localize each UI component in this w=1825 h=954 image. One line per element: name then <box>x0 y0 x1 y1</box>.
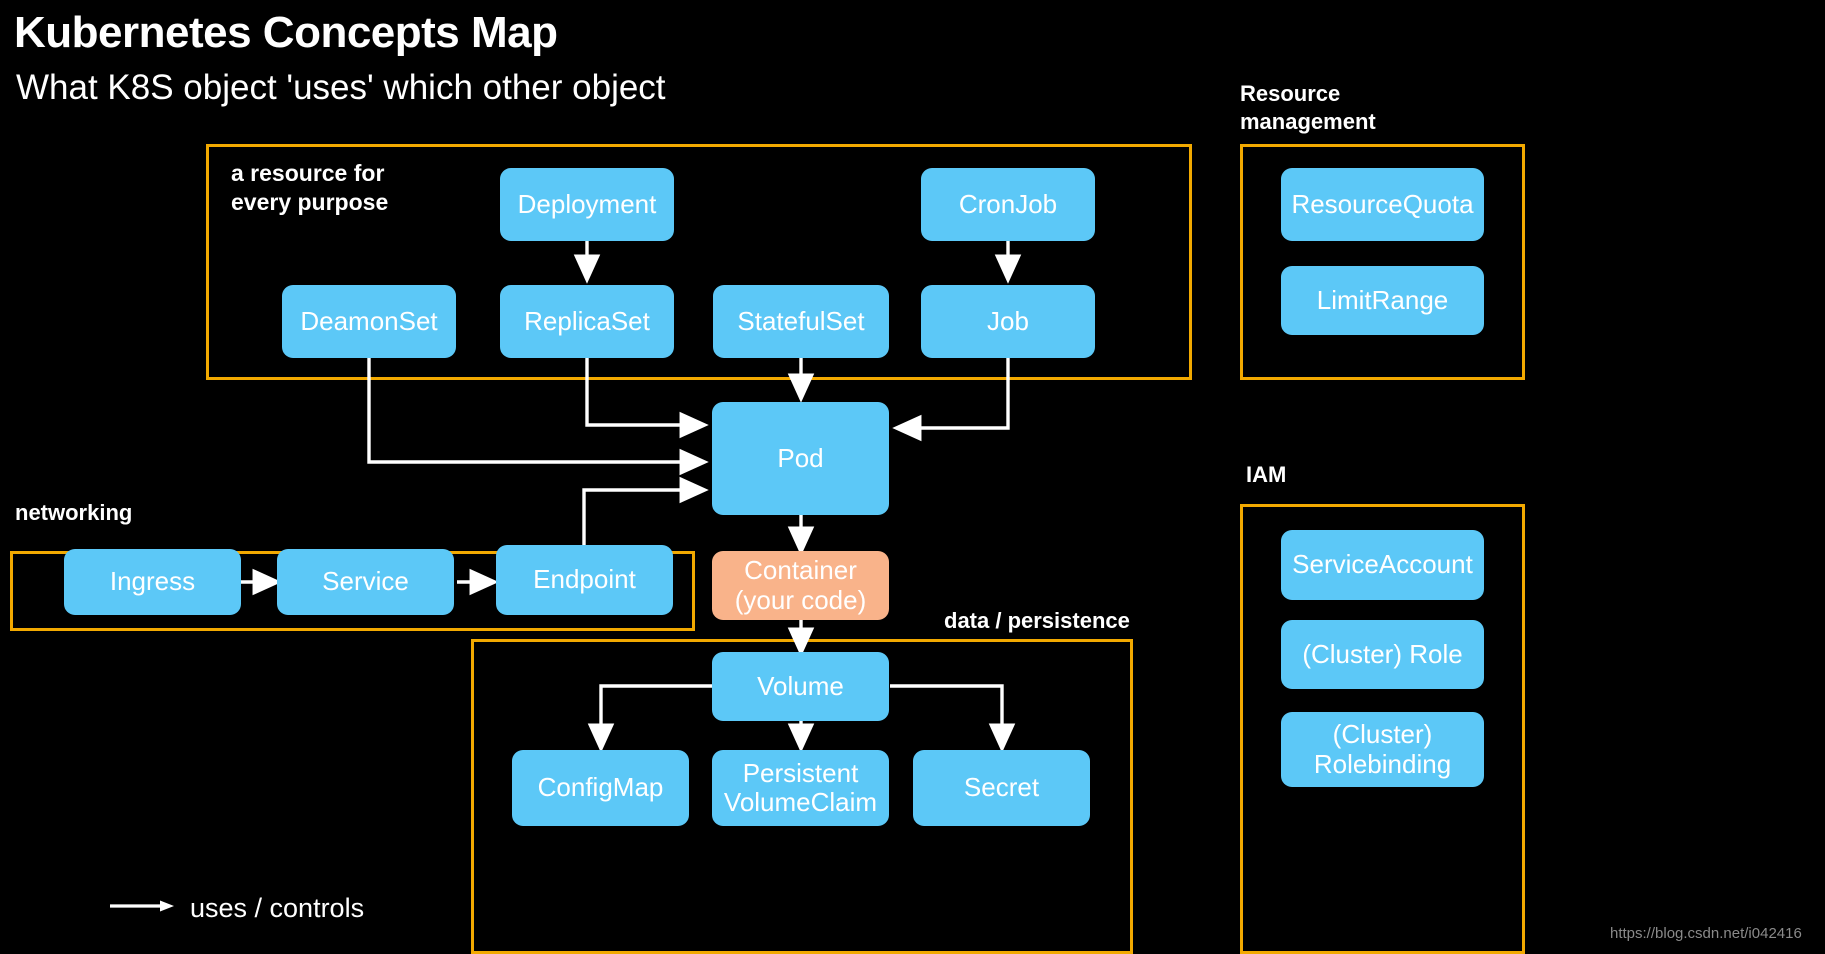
node-ingress[interactable]: Ingress <box>64 549 241 615</box>
node-daemonset[interactable]: DeamonSet <box>282 285 456 358</box>
watermark: https://blog.csdn.net/i042416 <box>1610 925 1802 942</box>
node-persistent-volume-claim[interactable]: Persistent VolumeClaim <box>712 750 889 826</box>
arrow-volume-to-secret <box>890 684 1016 753</box>
arrow-replicaset-to-pod <box>585 358 709 439</box>
node-service[interactable]: Service <box>277 549 454 615</box>
legend-arrow-icon <box>110 899 176 918</box>
node-cronjob[interactable]: CronJob <box>921 168 1095 241</box>
node-cluster-role[interactable]: (Cluster) Role <box>1281 620 1484 689</box>
node-secret[interactable]: Secret <box>913 750 1090 826</box>
diagram-canvas: Kubernetes Concepts Map What K8S object … <box>0 0 1825 954</box>
node-limitrange[interactable]: LimitRange <box>1281 266 1484 335</box>
node-endpoint[interactable]: Endpoint <box>496 545 673 615</box>
node-job[interactable]: Job <box>921 285 1095 358</box>
node-deployment[interactable]: Deployment <box>500 168 674 241</box>
node-resourcequota[interactable]: ResourceQuota <box>1281 168 1484 241</box>
legend: uses / controls <box>110 893 364 924</box>
node-configmap[interactable]: ConfigMap <box>512 750 689 826</box>
legend-label: uses / controls <box>190 893 365 923</box>
node-replicaset[interactable]: ReplicaSet <box>500 285 674 358</box>
node-pod[interactable]: Pod <box>712 402 889 515</box>
node-container[interactable]: Container (your code) <box>712 551 889 620</box>
arrow-daemonset-to-pod <box>367 358 709 476</box>
node-serviceaccount[interactable]: ServiceAccount <box>1281 530 1484 600</box>
arrow-job-to-pod <box>892 358 1010 442</box>
node-volume[interactable]: Volume <box>712 652 889 721</box>
arrow-endpoint-to-pod <box>582 476 709 551</box>
node-cluster-rolebinding[interactable]: (Cluster) Rolebinding <box>1281 712 1484 787</box>
arrow-volume-to-configmap <box>587 684 712 753</box>
node-statefulset[interactable]: StatefulSet <box>713 285 889 358</box>
